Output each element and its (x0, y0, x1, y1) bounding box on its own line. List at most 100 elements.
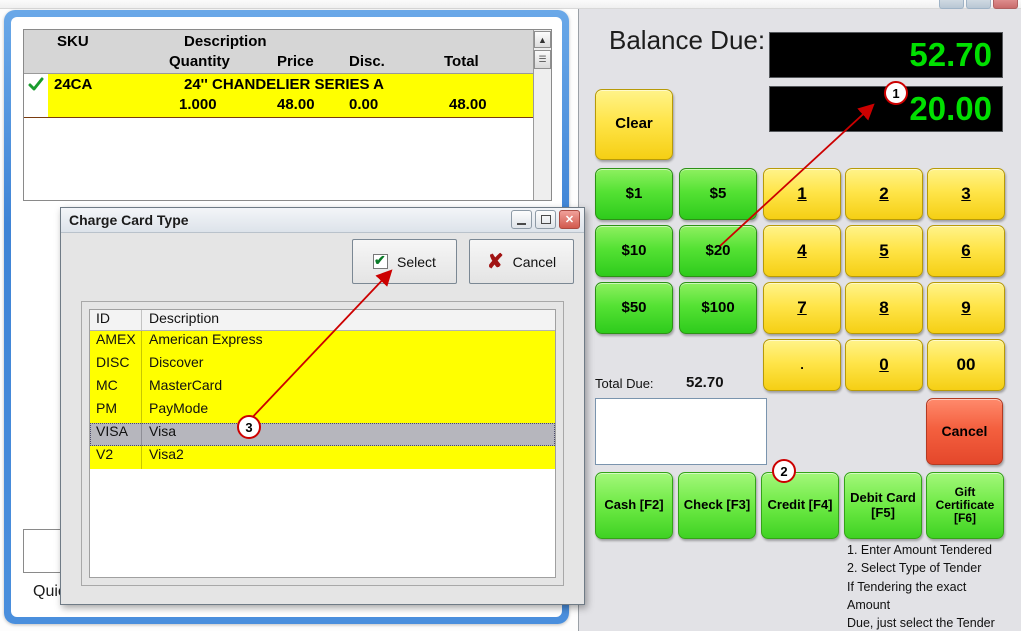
maximize-icon[interactable] (966, 0, 991, 9)
dialog-body: Select ✘ Cancel ID Description AMEX Amer… (61, 233, 584, 604)
dialog-title-bar[interactable]: Charge Card Type ✕ (61, 208, 584, 233)
denomination-button-5[interactable]: $5 (679, 168, 757, 220)
list-item-mc[interactable]: MC MasterCard (90, 377, 555, 400)
card-desc-pm: PayMode (149, 400, 209, 416)
hint-line-3: If Tendering the exact Amount (847, 580, 967, 613)
balance-due-display: 52.70 (769, 32, 1003, 78)
dialog-cancel-label: Cancel (512, 253, 557, 270)
total-due-label: Total Due: (595, 376, 654, 391)
tender-amount-input[interactable] (595, 398, 767, 465)
cell-total: 48.00 (449, 96, 487, 113)
keypad-label-9: 9 (961, 297, 971, 317)
keypad-button-4[interactable]: 4 (763, 225, 841, 277)
denomination-button-50[interactable]: $50 (595, 282, 673, 334)
dialog-close-icon[interactable]: ✕ (559, 210, 580, 229)
keypad-button-2[interactable]: 2 (845, 168, 923, 220)
pos-tender-screen: SKU Description Quantity Price Disc. Tot… (0, 0, 1021, 631)
denomination-button-100[interactable]: $100 (679, 282, 757, 334)
keypad-button-0[interactable]: 0 (845, 339, 923, 391)
tender-instructions-primary: 1. Enter Amount Tendered 2. Select Type … (847, 541, 992, 577)
tender-panel-inner: Balance Due: 52.70 2 0. 00 Clear $1 $5 $10… (585, 13, 1011, 630)
tender-button-credit[interactable]: Credit [F4] (761, 472, 839, 539)
window-control-group (939, 0, 1018, 9)
table-row[interactable]: 24CA 24'' CHANDELIER SERIES A 1.000 48.0… (24, 74, 533, 118)
cancel-transaction-button[interactable]: Cancel (926, 398, 1003, 465)
cell-price: 48.00 (277, 96, 315, 113)
list-item-amex[interactable]: AMEX American Express (90, 331, 555, 354)
keypad-label-00: 00 (956, 354, 976, 374)
close-icon[interactable] (993, 0, 1018, 9)
select-button-label: Select (397, 253, 436, 270)
denomination-button-20[interactable]: $20 (679, 225, 757, 277)
outer-window-chrome (0, 0, 1021, 9)
tender-button-debit-card[interactable]: Debit Card [F5] (844, 472, 922, 539)
keypad-button-5[interactable]: 5 (845, 225, 923, 277)
tender-button-gift-certificate[interactable]: Gift Certificate [F6] (926, 472, 1004, 539)
hint-line-1: 1. Enter Amount Tendered (847, 543, 993, 557)
cell-disc: 0.00 (349, 96, 379, 113)
dialog-cancel-button[interactable]: ✘ Cancel (469, 239, 574, 284)
dialog-window-controls: ✕ (511, 210, 580, 229)
grid-vertical-scrollbar[interactable]: ▲ ☰ (533, 30, 551, 200)
column-header-quantity: Quantity (169, 53, 230, 70)
keypad-label-5: 5 (879, 240, 889, 260)
annotation-marker-2: 2 (772, 459, 796, 483)
list-item-pm[interactable]: PM PayMode (90, 400, 555, 423)
denomination-button-1[interactable]: $1 (595, 168, 673, 220)
card-type-list-frame: ID Description AMEX American Express DIS… (81, 301, 564, 586)
card-id-mc: MC (90, 377, 142, 400)
keypad-button-9[interactable]: 9 (927, 282, 1005, 334)
tender-instructions-secondary: If Tendering the exact Amount Due, just … (847, 578, 1011, 631)
card-id-v2: V2 (90, 446, 142, 469)
checkmark-icon (373, 252, 389, 269)
keypad-button-00[interactable]: 00 (927, 339, 1005, 391)
select-button[interactable]: Select (352, 239, 457, 284)
keypad-label-6: 6 (961, 240, 971, 260)
list-item-v2[interactable]: V2 Visa2 (90, 446, 555, 469)
total-due-value: 52.70 (686, 374, 724, 391)
dialog-maximize-icon[interactable] (535, 210, 556, 229)
keypad-button-decimal[interactable]: . (763, 339, 841, 391)
card-desc-v2: Visa2 (149, 446, 184, 462)
list-item-visa[interactable]: VISA Visa (90, 423, 555, 446)
card-id-pm: PM (90, 400, 142, 423)
card-column-header-description: Description (149, 310, 220, 326)
annotation-marker-3: 3 (237, 415, 261, 439)
keypad-label-4: 4 (797, 240, 807, 260)
card-desc-amex: American Express (149, 331, 263, 347)
clear-button[interactable]: Clear (595, 89, 673, 160)
card-type-list[interactable]: ID Description AMEX American Express DIS… (89, 309, 556, 578)
column-header-total: Total (444, 53, 479, 70)
tender-button-cash[interactable]: Cash [F2] (595, 472, 673, 539)
card-column-header-id: ID (90, 310, 142, 330)
x-icon: ✘ (486, 250, 504, 273)
keypad-label-decimal: . (800, 356, 804, 372)
denomination-button-10[interactable]: $10 (595, 225, 673, 277)
card-list-header: ID Description (90, 310, 555, 331)
keypad-label-0: 0 (879, 354, 889, 374)
column-header-disc: Disc. (349, 53, 385, 70)
keypad-button-7[interactable]: 7 (763, 282, 841, 334)
card-desc-visa: Visa (149, 423, 176, 439)
charge-card-type-dialog: Charge Card Type ✕ Select ✘ Cancel (60, 207, 585, 605)
keypad-button-1[interactable]: 1 (763, 168, 841, 220)
annotation-marker-1: 1 (884, 81, 908, 105)
card-id-amex: AMEX (90, 331, 142, 354)
line-item-grid[interactable]: SKU Description Quantity Price Disc. Tot… (23, 29, 552, 201)
keypad-button-8[interactable]: 8 (845, 282, 923, 334)
list-item-disc[interactable]: DISC Discover (90, 354, 555, 377)
card-id-visa: VISA (90, 423, 142, 446)
keypad-label-3: 3 (961, 183, 971, 203)
hint-line-2: 2. Select Type of Tender (847, 561, 982, 576)
minimize-icon[interactable] (939, 0, 964, 9)
keypad-button-6[interactable]: 6 (927, 225, 1005, 277)
keypad-button-3[interactable]: 3 (927, 168, 1005, 220)
scroll-up-icon[interactable]: ▲ (534, 31, 551, 48)
row-selected-check-icon (24, 74, 48, 117)
dialog-minimize-icon[interactable] (511, 210, 532, 229)
tender-button-check[interactable]: Check [F3] (678, 472, 756, 539)
line-item-grid-header: SKU Description Quantity Price Disc. Tot… (24, 30, 533, 74)
scrollbar-thumb[interactable]: ☰ (534, 50, 551, 69)
dialog-action-bar: Select ✘ Cancel (352, 239, 574, 284)
card-desc-mc: MasterCard (149, 377, 223, 393)
